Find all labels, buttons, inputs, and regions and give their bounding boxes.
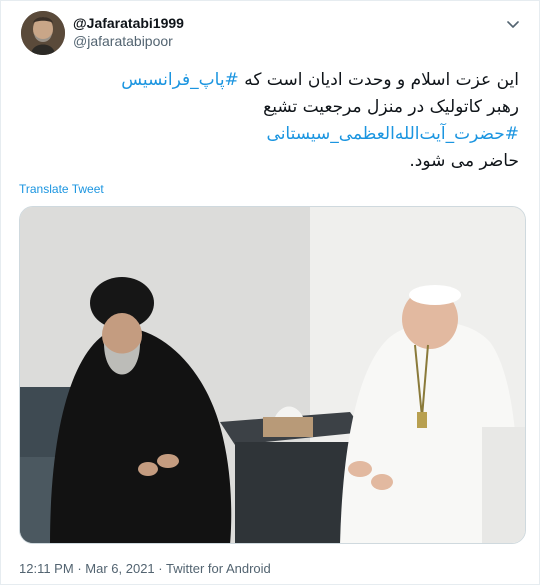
tweet-card: @Jafaratabi1999 @jafaratabipoor این عزت … (0, 0, 540, 585)
hashtag-link[interactable]: #حضرت_آیت‌الله‌العظمی_سیستانی (29, 121, 519, 148)
tweet-source[interactable]: Twitter for Android (166, 561, 271, 576)
hashtag-link[interactable]: #پاپ_فرانسیس (121, 70, 239, 90)
tweet-photo[interactable] (19, 206, 526, 544)
tweet-line-1: این عزت اسلام و وحدت ادیان است که #پاپ_ف… (29, 67, 519, 94)
tweet-line-2: رهبر کاتولیک در منزل مرجعیت تشیع (263, 97, 519, 117)
translate-tweet-link[interactable]: Translate Tweet (19, 182, 104, 196)
meta-separator: · (158, 561, 163, 576)
meta-separator: · (77, 561, 82, 576)
tweet-meta: 12:11 PM · Mar 6, 2021 · Twitter for And… (19, 561, 271, 576)
chevron-down-icon (507, 16, 519, 34)
display-name[interactable]: @Jafaratabi1999 (73, 15, 184, 31)
tweet-time[interactable]: 12:11 PM (19, 561, 74, 576)
tweet-menu-button[interactable] (501, 15, 525, 35)
tweet-text: این عزت اسلام و وحدت ادیان است که #پاپ_ف… (29, 67, 519, 175)
tweet-date[interactable]: Mar 6, 2021 (85, 561, 154, 576)
tweet-line-4: حاضر می شود. (409, 151, 519, 171)
user-handle[interactable]: @jafaratabipoor (73, 33, 173, 49)
tweet-text-segment: این عزت اسلام و وحدت ادیان است که (238, 70, 519, 90)
avatar[interactable] (21, 11, 65, 55)
